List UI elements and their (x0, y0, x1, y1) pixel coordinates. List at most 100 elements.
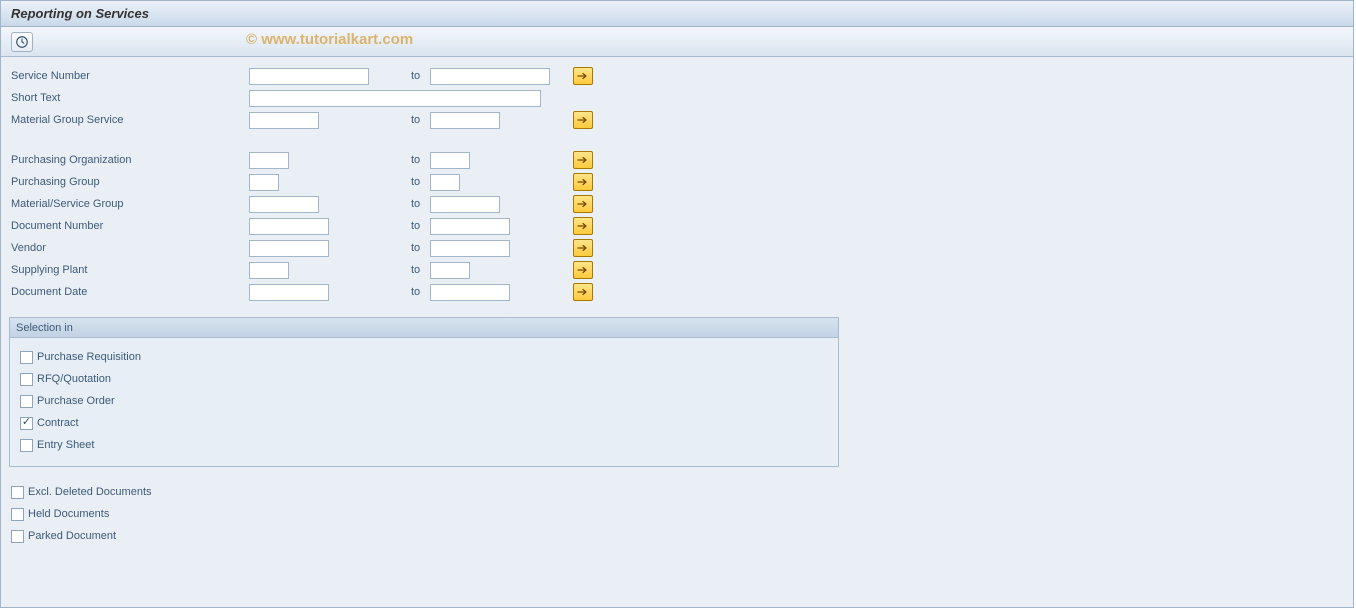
bottom-check-1-checkbox[interactable] (11, 508, 24, 521)
arrow-right-icon (577, 115, 589, 125)
purchOrg-row: Purchasing Organization to (9, 149, 1353, 171)
materialGroupService-to-label: to (389, 114, 430, 126)
selection-in-1-label: RFQ/Quotation (37, 373, 111, 385)
bottom-check-2-checkbox[interactable] (11, 530, 24, 543)
docDate-from-input[interactable] (249, 284, 329, 301)
selection-in-0-checkbox[interactable] (20, 351, 33, 364)
vendor-label: Vendor (9, 242, 249, 254)
supplyPlant-label: Supplying Plant (9, 264, 249, 276)
docDate-to-input[interactable] (430, 284, 510, 301)
bottom-check-2-row: Parked Document (11, 525, 1353, 547)
selection-in-0-label: Purchase Requisition (37, 351, 141, 363)
materialGroupService-multiple-selection-button[interactable] (573, 111, 593, 129)
purchGroup-label: Purchasing Group (9, 176, 249, 188)
bottom-check-0-label: Excl. Deleted Documents (28, 486, 152, 498)
supplyPlant-to-input[interactable] (430, 262, 470, 279)
materialGroupService-row: Material Group Service to (9, 109, 1353, 131)
supplyPlant-from-input[interactable] (249, 262, 289, 279)
arrow-right-icon (577, 71, 589, 81)
arrow-right-icon (577, 155, 589, 165)
purchOrg-to-label: to (389, 154, 430, 166)
selection-in-4-row: Entry Sheet (20, 434, 832, 456)
purchOrg-multiple-selection-button[interactable] (573, 151, 593, 169)
vendor-multiple-selection-button[interactable] (573, 239, 593, 257)
bottom-check-0-checkbox[interactable] (11, 486, 24, 499)
matServGroup-label: Material/Service Group (9, 198, 249, 210)
toolbar: © www.tutorialkart.com (1, 27, 1353, 57)
bottom-check-1-label: Held Documents (28, 508, 109, 520)
selection-in-4-checkbox[interactable] (20, 439, 33, 452)
docDate-row: Document Date to (9, 281, 1353, 303)
vendor-to-label: to (389, 242, 430, 254)
selection-in-1-row: RFQ/Quotation (20, 368, 832, 390)
arrow-right-icon (577, 199, 589, 209)
docDate-to-label: to (389, 286, 430, 298)
purchGroup-to-label: to (389, 176, 430, 188)
title-bar: Reporting on Services (1, 1, 1353, 27)
screen: Reporting on Services © www.tutorialkart… (0, 0, 1354, 608)
docNumber-to-input[interactable] (430, 218, 510, 235)
supplyPlant-multiple-selection-button[interactable] (573, 261, 593, 279)
docDate-label: Document Date (9, 286, 249, 298)
arrow-right-icon (577, 265, 589, 275)
serviceNumber-to-label: to (389, 70, 430, 82)
docNumber-to-label: to (389, 220, 430, 232)
shortText-from-input[interactable] (249, 90, 541, 107)
clock-execute-icon (15, 35, 29, 49)
bottom-check-2-label: Parked Document (28, 530, 116, 542)
groupbox-title: Selection in (10, 318, 838, 338)
shortText-label: Short Text (9, 92, 249, 104)
docNumber-multiple-selection-button[interactable] (573, 217, 593, 235)
serviceNumber-from-input[interactable] (249, 68, 369, 85)
serviceNumber-row: Service Number to (9, 65, 1353, 87)
selection-in-4-label: Entry Sheet (37, 439, 94, 451)
arrow-right-icon (577, 177, 589, 187)
selection-in-2-checkbox[interactable] (20, 395, 33, 408)
selection-in-3-checkbox[interactable] (20, 417, 33, 430)
matServGroup-row: Material/Service Group to (9, 193, 1353, 215)
selection-in-3-label: Contract (37, 417, 79, 429)
purchOrg-from-input[interactable] (249, 152, 289, 169)
purchOrg-to-input[interactable] (430, 152, 470, 169)
selection-in-1-checkbox[interactable] (20, 373, 33, 386)
materialGroupService-from-input[interactable] (249, 112, 319, 129)
supplyPlant-to-label: to (389, 264, 430, 276)
purchOrg-label: Purchasing Organization (9, 154, 249, 166)
selection-in-0-row: Purchase Requisition (20, 346, 832, 368)
selection-in-2-label: Purchase Order (37, 395, 115, 407)
watermark: © www.tutorialkart.com (246, 31, 413, 48)
docDate-multiple-selection-button[interactable] (573, 283, 593, 301)
bottom-check-0-row: Excl. Deleted Documents (11, 481, 1353, 503)
selection-screen: Service Number to Short Text Material Gr… (1, 57, 1353, 547)
matServGroup-from-input[interactable] (249, 196, 319, 213)
purchGroup-from-input[interactable] (249, 174, 279, 191)
serviceNumber-label: Service Number (9, 70, 249, 82)
arrow-right-icon (577, 243, 589, 253)
matServGroup-multiple-selection-button[interactable] (573, 195, 593, 213)
matServGroup-to-label: to (389, 198, 430, 210)
docNumber-row: Document Number to (9, 215, 1353, 237)
bottom-check-1-row: Held Documents (11, 503, 1353, 525)
purchGroup-to-input[interactable] (430, 174, 460, 191)
serviceNumber-to-input[interactable] (430, 68, 550, 85)
shortText-row: Short Text (9, 87, 1353, 109)
vendor-to-input[interactable] (430, 240, 510, 257)
matServGroup-to-input[interactable] (430, 196, 500, 213)
selection-in-3-row: Contract (20, 412, 832, 434)
vendor-from-input[interactable] (249, 240, 329, 257)
materialGroupService-to-input[interactable] (430, 112, 500, 129)
selection-in-2-row: Purchase Order (20, 390, 832, 412)
materialGroupService-label: Material Group Service (9, 114, 249, 126)
vendor-row: Vendor to (9, 237, 1353, 259)
purchGroup-row: Purchasing Group to (9, 171, 1353, 193)
supplyPlant-row: Supplying Plant to (9, 259, 1353, 281)
selection-in-group: Selection in Purchase Requisition RFQ/Qu… (9, 317, 839, 467)
docNumber-label: Document Number (9, 220, 249, 232)
docNumber-from-input[interactable] (249, 218, 329, 235)
page-title: Reporting on Services (11, 6, 149, 21)
purchGroup-multiple-selection-button[interactable] (573, 173, 593, 191)
execute-button[interactable] (11, 32, 33, 52)
arrow-right-icon (577, 287, 589, 297)
serviceNumber-multiple-selection-button[interactable] (573, 67, 593, 85)
arrow-right-icon (577, 221, 589, 231)
